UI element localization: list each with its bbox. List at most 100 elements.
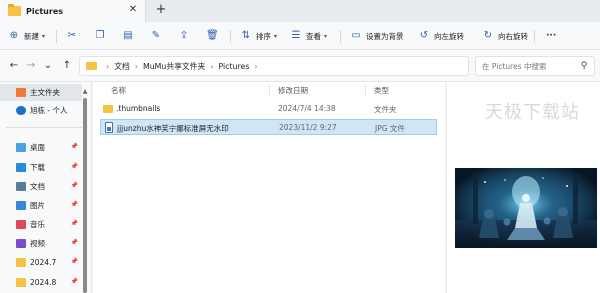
view-icon: ☰	[291, 30, 301, 41]
address-row: ← → ⌄ ↑ › 文档 › MuMu共享文件夹 › Pictures › 在 …	[0, 50, 600, 82]
watermark: 天极下载站	[485, 102, 580, 123]
delete-button[interactable]: 🗑	[206, 28, 219, 44]
breadcrumb-separator: ›	[210, 61, 214, 71]
sort-button[interactable]: ⇅ 排序 ▾	[240, 28, 277, 44]
tab-pictures[interactable]: Pictures ✕	[0, 0, 146, 22]
sidebar-item-label: 音乐	[30, 220, 45, 229]
breadcrumb-separator: ›	[134, 61, 138, 71]
set-background-label: 设置为背景	[366, 31, 404, 41]
new-tab-button[interactable]: +	[154, 3, 168, 17]
rotate-right-button[interactable]: ↻ 向右旋转	[482, 28, 528, 44]
rotate-left-icon: ↺	[419, 30, 429, 41]
search-box[interactable]: 在 Pictures 中搜索 ⚲	[475, 56, 595, 76]
recent-locations-button[interactable]: ⌄	[42, 60, 54, 72]
scroll-up-icon[interactable]: ▲	[82, 88, 88, 95]
download-icon	[16, 163, 26, 172]
separator	[340, 30, 341, 43]
column-divider[interactable]	[365, 85, 366, 97]
file-name: .thumbnails	[116, 104, 161, 113]
rename-button[interactable]: ✎	[150, 28, 162, 44]
sidebar-item-desktop[interactable]: 桌面 📌	[0, 139, 82, 156]
command-bar: ⊕ 新建 ▾ ✂ ❐ ▤ ✎ ⇪ 🗑 ⇅ 排序 ▾ ☰ 查看 ▾ ▭ 设置为背景…	[0, 22, 600, 50]
column-divider[interactable]	[269, 85, 270, 97]
chevron-down-icon: ▾	[42, 32, 46, 40]
file-date: 2023/11/2 9:27	[279, 123, 337, 132]
pin-icon: 📌	[70, 143, 78, 150]
rotate-left-label: 向左旋转	[434, 31, 464, 41]
cut-button[interactable]: ✂	[66, 28, 78, 44]
image-icon	[16, 201, 26, 210]
breadcrumb-documents[interactable]: 文档	[114, 61, 130, 72]
cloud-icon	[16, 106, 26, 115]
sidebar-item-documents[interactable]: 文档 📌	[0, 178, 82, 195]
sidebar-item-onedrive[interactable]: 旭栋 - 个人	[0, 102, 82, 119]
folder-icon	[16, 258, 26, 267]
rotate-right-icon: ↻	[483, 30, 493, 41]
close-tab-icon[interactable]: ✕	[127, 4, 139, 16]
file-list: 名称 修改日期 类型 .thumbnails 2024/7/4 14:38 文件…	[93, 82, 445, 293]
sort-label: 排序	[256, 31, 271, 41]
scissors-icon: ✂	[67, 30, 77, 41]
back-button[interactable]: ←	[8, 60, 20, 72]
paste-button[interactable]: ▤	[122, 28, 134, 44]
sidebar-item-label: 旭栋 - 个人	[30, 106, 68, 115]
sidebar-item-videos[interactable]: 视频 📌	[0, 235, 82, 252]
separator	[534, 30, 535, 43]
breadcrumb-mumu-shared[interactable]: MuMu共享文件夹	[143, 61, 205, 72]
folder-icon	[86, 62, 97, 70]
new-button[interactable]: ⊕ 新建 ▾	[8, 28, 45, 44]
pin-icon: 📌	[70, 163, 78, 170]
desktop-background-icon: ▭	[351, 30, 361, 41]
view-label: 查看	[306, 31, 321, 41]
separator	[230, 30, 231, 43]
preview-pane: 天极下载站	[446, 82, 600, 293]
set-background-button[interactable]: ▭ 设置为背景	[350, 28, 404, 44]
chevron-down-icon: ▾	[274, 32, 278, 40]
share-icon: ⇪	[179, 30, 189, 41]
search-input[interactable]: 在 Pictures 中搜索	[482, 61, 578, 72]
folder-icon	[103, 105, 113, 113]
more-options-button[interactable]: ···	[542, 28, 556, 44]
sidebar-item-home[interactable]: 主文件夹	[0, 84, 82, 101]
column-header-name[interactable]: 名称	[111, 82, 126, 98]
tab-title: Pictures	[26, 6, 63, 16]
sidebar-item-pictures[interactable]: 图片 📌	[0, 197, 82, 214]
tab-strip: Pictures ✕ +	[0, 0, 600, 22]
more-icon: ···	[546, 31, 557, 41]
column-header-date[interactable]: 修改日期	[278, 82, 308, 98]
sidebar-item-label: 文档	[30, 182, 45, 191]
rotate-left-button[interactable]: ↺ 向左旋转	[418, 28, 464, 44]
folder-icon	[8, 4, 21, 16]
share-button[interactable]: ⇪	[178, 28, 190, 44]
document-icon	[16, 182, 26, 191]
desktop-icon	[16, 143, 26, 152]
table-row[interactable]: .thumbnails 2024/7/4 14:38 文件夹	[100, 101, 437, 117]
sidebar-item-label: 2024.8	[30, 278, 57, 287]
breadcrumb-separator: ›	[254, 61, 258, 71]
sidebar-item-label: 图片	[30, 201, 45, 210]
file-type: 文件夹	[374, 105, 397, 114]
address-bar[interactable]: › 文档 › MuMu共享文件夹 › Pictures ›	[79, 56, 469, 76]
breadcrumb-separator: ›	[106, 61, 110, 71]
sort-icon: ⇅	[241, 30, 251, 41]
up-button[interactable]: ↑	[61, 60, 73, 72]
pin-icon: 📌	[70, 182, 78, 189]
table-row[interactable]: jjjunzhu水神芙宁娜标准屏无水印 2023/11/2 9:27 JPG 文…	[100, 119, 437, 135]
column-header-type[interactable]: 类型	[374, 82, 389, 98]
sidebar-item-music[interactable]: 音乐 📌	[0, 216, 82, 233]
pin-icon: 📌	[70, 201, 78, 208]
copy-button[interactable]: ❐	[94, 28, 106, 44]
sidebar-item-2024-7[interactable]: 2024.7 📌	[0, 254, 82, 271]
breadcrumb-pictures[interactable]: Pictures	[219, 62, 250, 71]
forward-button[interactable]: →	[25, 60, 37, 72]
sidebar-item-2024-8[interactable]: 2024.8 📌	[0, 274, 82, 291]
rename-icon: ✎	[151, 30, 161, 41]
sidebar-item-downloads[interactable]: 下载 📌	[0, 159, 82, 176]
scrollbar-thumb[interactable]	[83, 98, 87, 293]
divider	[6, 127, 82, 128]
sidebar-scrollbar[interactable]: ▲	[82, 88, 88, 293]
navigation-pane: 主文件夹 旭栋 - 个人 桌面 📌 下载 📌 文档 📌 图片 📌 音乐 📌 视频…	[0, 82, 92, 293]
file-name: jjjunzhu水神芙宁娜标准屏无水印	[117, 124, 229, 133]
sidebar-item-label: 主文件夹	[30, 88, 60, 97]
view-button[interactable]: ☰ 查看 ▾	[290, 28, 328, 44]
